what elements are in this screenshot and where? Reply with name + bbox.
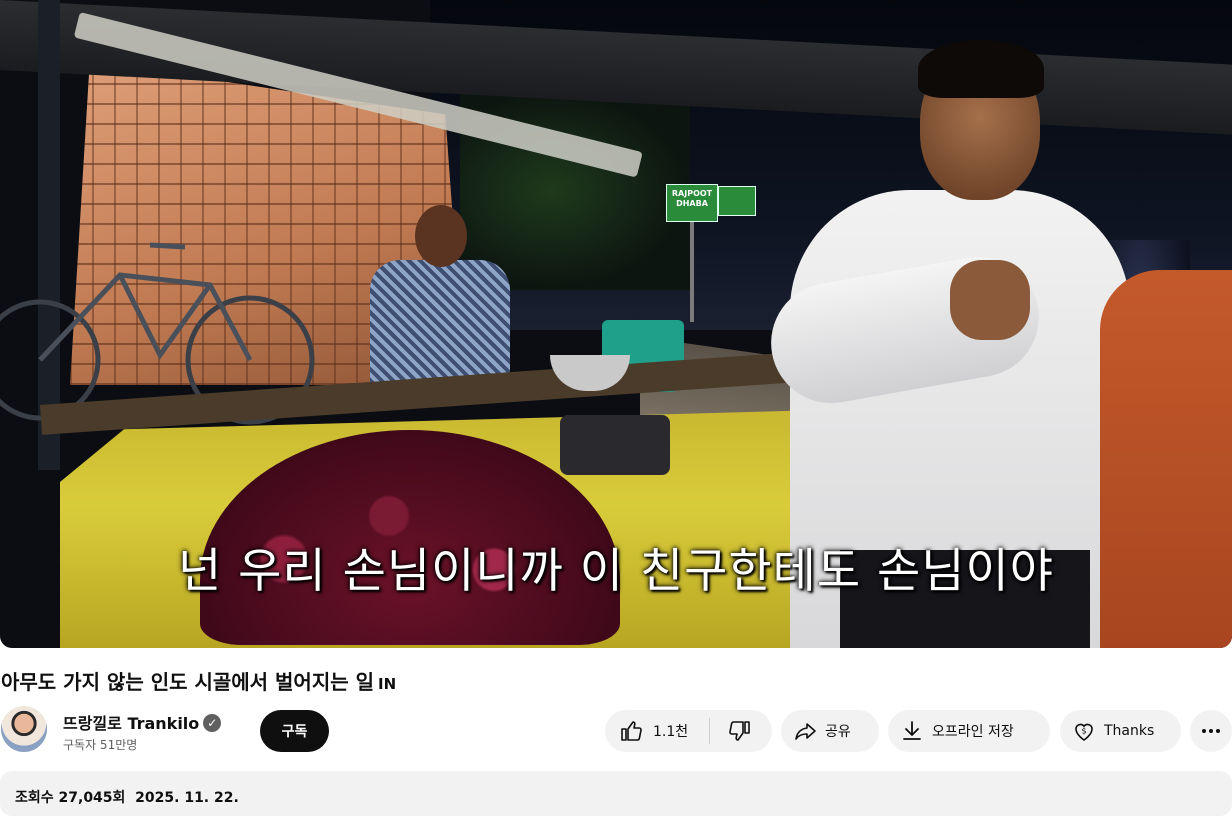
upload-date: 2025. 11. 22. (135, 790, 239, 806)
thanks-icon: $ (1075, 723, 1093, 741)
download-label: 오프라인 저장 (932, 724, 1014, 740)
road-sign: RAJPOOT DHABA (666, 184, 718, 222)
download-icon (903, 721, 921, 740)
thanks-button[interactable]: $ Thanks (1060, 710, 1181, 752)
video-title-text: 아무도 가지 않는 인도 시골에서 벌어지는 일 (1, 670, 374, 694)
like-dislike-group: 1.1천 (605, 710, 772, 752)
video-title: 아무도 가지 않는 인도 시골에서 벌어지는 일 IN (1, 666, 396, 695)
weighing-scale (550, 355, 680, 475)
channel-name-text[interactable]: 뜨랑낄로 Trankilo (63, 714, 199, 733)
share-icon (795, 723, 816, 740)
video-title-tag: IN (377, 675, 397, 693)
like-count: 1.1천 (653, 724, 689, 740)
view-count: 조회수 27,045회 (15, 790, 126, 806)
subscribe-button[interactable]: 구독 (260, 710, 329, 752)
more-actions-button[interactable] (1190, 710, 1232, 752)
share-button[interactable]: 공유 (781, 710, 879, 752)
dislike-button[interactable] (710, 710, 770, 752)
verified-badge-icon: ✓ (203, 714, 222, 732)
svg-text:$: $ (1081, 727, 1086, 736)
video-subtitle: 넌 우리 손님이니까 이 친구한테도 손님이야 (177, 544, 1055, 599)
channel-name[interactable]: 뜨랑낄로 Trankilo ✓ (63, 710, 222, 734)
thanks-label: Thanks (1104, 723, 1155, 739)
subscriber-count: 구독자 51만명 (63, 738, 138, 752)
share-label: 공유 (825, 724, 851, 740)
download-button[interactable]: 오프라인 저장 (888, 710, 1050, 752)
more-icon (1202, 729, 1220, 733)
dislike-icon (729, 721, 750, 741)
channel-avatar[interactable] (1, 706, 47, 752)
like-button[interactable]: 1.1천 (605, 710, 709, 752)
like-icon (621, 721, 642, 741)
view-count-date: 조회수 27,045회 2025. 11. 22. (15, 787, 239, 807)
video-player[interactable]: RAJPOOT DHABA 넌 우리 손님이니까 이 친구한테도 손님이야 (0, 0, 1232, 648)
